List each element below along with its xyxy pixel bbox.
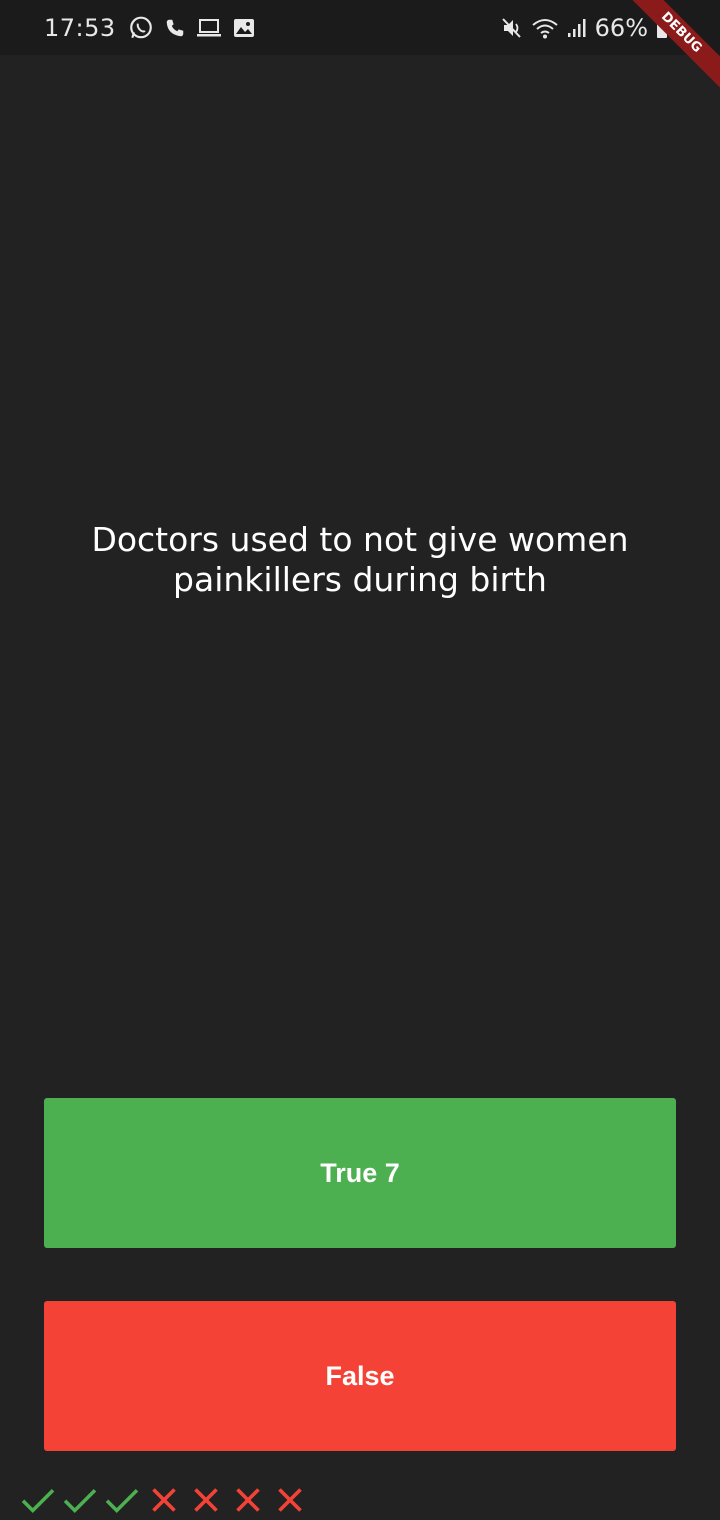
score-keeper bbox=[20, 1482, 308, 1518]
true-button-label: True 7 bbox=[320, 1157, 400, 1188]
signal-icon bbox=[567, 17, 587, 39]
laptop-icon bbox=[196, 17, 222, 39]
check-icon bbox=[62, 1482, 98, 1518]
phone-icon bbox=[164, 17, 186, 39]
mute-icon bbox=[501, 16, 523, 40]
image-icon bbox=[232, 17, 256, 39]
close-icon bbox=[188, 1482, 224, 1518]
check-icon bbox=[20, 1482, 56, 1518]
battery-percent: 66% bbox=[594, 14, 648, 42]
close-icon bbox=[146, 1482, 182, 1518]
false-button[interactable]: False bbox=[44, 1301, 676, 1451]
check-icon bbox=[104, 1482, 140, 1518]
whatsapp-icon bbox=[128, 15, 154, 41]
wifi-icon bbox=[531, 16, 559, 40]
status-right: 66% bbox=[501, 13, 668, 43]
status-time: 17:53 bbox=[44, 14, 116, 42]
status-left: 17:53 bbox=[44, 13, 256, 43]
false-button-label: False bbox=[325, 1360, 395, 1391]
question-text: Doctors used to not give women painkille… bbox=[91, 520, 629, 599]
close-icon bbox=[272, 1482, 308, 1518]
close-icon bbox=[230, 1482, 266, 1518]
battery-icon bbox=[656, 17, 668, 39]
status-bar: 17:53 66% bbox=[0, 0, 720, 55]
true-button[interactable]: True 7 bbox=[44, 1098, 676, 1248]
